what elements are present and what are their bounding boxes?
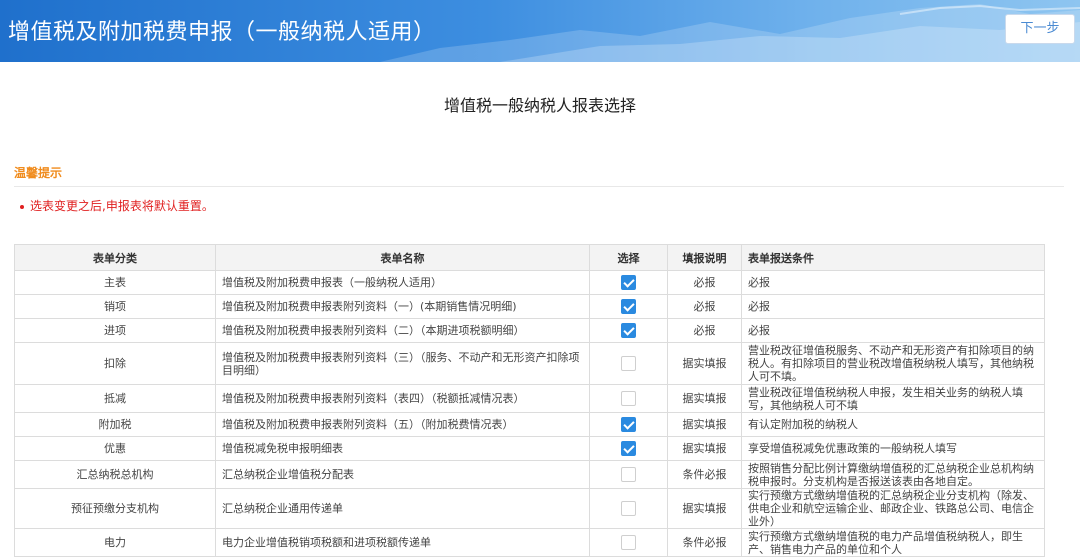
form-name: 增值税减免税申报明细表 — [215, 436, 590, 461]
header-banner: 增值税及附加税费申报（一般纳税人适用） 下一步 — [0, 0, 1080, 62]
column-header-category: 表单分类 — [14, 244, 216, 271]
form-category: 主表 — [14, 270, 216, 295]
submit-condition: 有认定附加税的纳税人 — [741, 412, 1045, 437]
fill-note: 据实填报 — [667, 342, 742, 385]
form-select-cell — [589, 342, 668, 385]
form-category: 汇总纳税总机构 — [14, 460, 216, 489]
form-category: 电力 — [14, 528, 216, 557]
fill-note: 据实填报 — [667, 436, 742, 461]
form-select-cell — [589, 460, 668, 489]
form-category: 销项 — [14, 294, 216, 319]
checkbox-unchecked[interactable] — [621, 467, 636, 482]
table-row: 主表 增值税及附加税费申报表（一般纳税人适用） 必报 必报 — [14, 270, 1045, 295]
form-select-cell — [589, 488, 668, 529]
table-row: 扣除 增值税及附加税费申报表附列资料（三）（服务、不动产和无形资产扣除项目明细） 据… — [14, 342, 1045, 385]
table-row: 附加税 增值税及附加税费申报表附列资料（五）（附加税费情况表） 据实填报 有认定附加税… — [14, 412, 1045, 437]
tip-message: 选表变更之后,申报表将默认重置。 — [20, 197, 214, 214]
page-header-title: 增值税及附加税费申报（一般纳税人适用） — [8, 20, 436, 45]
form-category: 附加税 — [14, 412, 216, 437]
submit-condition: 营业税改征增值税服务、不动产和无形资产有扣除项目的纳税人。有扣除项目的营业税改增… — [741, 342, 1045, 385]
form-category: 优惠 — [14, 436, 216, 461]
form-name: 增值税及附加税费申报表（一般纳税人适用） — [215, 270, 590, 295]
submit-condition: 营业税改征增值税纳税人申报，发生相关业务的纳税人填写，其他纳税人可不填 — [741, 384, 1045, 413]
form-select-cell — [589, 318, 668, 343]
checkbox-checked[interactable] — [621, 275, 636, 290]
submit-condition: 享受增值税减免优惠政策的一般纳税人填写 — [741, 436, 1045, 461]
submit-condition: 实行预缴方式缴纳增值税的电力产品增值税纳税人，即生产、销售电力产品的单位和个人 — [741, 528, 1045, 557]
form-name: 汇总纳税企业增值税分配表 — [215, 460, 590, 489]
form-category: 进项 — [14, 318, 216, 343]
checkbox-checked[interactable] — [621, 299, 636, 314]
table-header-row: 表单分类 表单名称 选择 填报说明 表单报送条件 — [14, 244, 1045, 271]
fill-note: 必报 — [667, 270, 742, 295]
fill-note: 据实填报 — [667, 488, 742, 529]
table-row: 预征预缴分支机构 汇总纳税企业通用传递单 据实填报 实行预缴方式缴纳增值税的汇总纳税企… — [14, 488, 1045, 529]
fill-note: 据实填报 — [667, 412, 742, 437]
tip-heading: 温馨提示 — [14, 166, 63, 180]
next-step-button[interactable]: 下一步 — [1005, 14, 1075, 44]
checkbox-checked[interactable] — [621, 323, 636, 338]
table-row: 进项 增值税及附加税费申报表附列资料（二）（本期进项税额明细） 必报 必报 — [14, 318, 1045, 343]
fill-note: 必报 — [667, 294, 742, 319]
form-category: 抵减 — [14, 384, 216, 413]
checkbox-unchecked[interactable] — [621, 501, 636, 516]
fill-note: 据实填报 — [667, 384, 742, 413]
tip-message-text: 选表变更之后,申报表将默认重置。 — [30, 199, 214, 213]
column-header-condition: 表单报送条件 — [741, 244, 1045, 271]
mountain-wall-decoration — [380, 4, 1080, 62]
checkbox-checked[interactable] — [621, 441, 636, 456]
form-selection-table: 表单分类 表单名称 选择 填报说明 表单报送条件 主表 增值税及附加税费申报表（一… — [14, 244, 1045, 557]
fill-note: 条件必报 — [667, 528, 742, 557]
form-select-cell — [589, 412, 668, 437]
form-select-cell — [589, 528, 668, 557]
checkbox-unchecked[interactable] — [621, 535, 636, 550]
fill-note: 条件必报 — [667, 460, 742, 489]
checkbox-unchecked[interactable] — [621, 356, 636, 371]
table-row: 优惠 增值税减免税申报明细表 据实填报 享受增值税减免优惠政策的一般纳税人填写 — [14, 436, 1045, 461]
form-select-cell — [589, 270, 668, 295]
submit-condition: 按照销售分配比例计算缴纳增值税的汇总纳税企业总机构纳税申报时。分支机构是否报送该… — [741, 460, 1045, 489]
form-select-cell — [589, 384, 668, 413]
form-name: 增值税及附加税费申报表附列资料（二）（本期进项税额明细） — [215, 318, 590, 343]
checkbox-checked[interactable] — [621, 417, 636, 432]
submit-condition: 必报 — [741, 270, 1045, 295]
form-name: 增值税及附加税费申报表附列资料（表四）（税额抵减情况表） — [215, 384, 590, 413]
submit-condition: 实行预缴方式缴纳增值税的汇总纳税企业分支机构（除发、供电企业和航空运输企业、邮政… — [741, 488, 1045, 529]
form-select-cell — [589, 436, 668, 461]
submit-condition: 必报 — [741, 318, 1045, 343]
table-row: 汇总纳税总机构 汇总纳税企业增值税分配表 条件必报 按照销售分配比例计算缴纳增值税的汇… — [14, 460, 1045, 489]
form-name: 增值税及附加税费申报表附列资料（三）（服务、不动产和无形资产扣除项目明细） — [215, 342, 590, 385]
table-body: 主表 增值税及附加税费申报表（一般纳税人适用） 必报 必报 销项 增值税及附加税费申报表附… — [14, 270, 1045, 557]
form-name: 增值税及附加税费申报表附列资料（五）（附加税费情况表） — [215, 412, 590, 437]
form-name: 增值税及附加税费申报表附列资料（一）(本期销售情况明细) — [215, 294, 590, 319]
bullet-icon — [20, 204, 24, 209]
column-header-note: 填报说明 — [667, 244, 742, 271]
table-row: 电力 电力企业增值税销项税额和进项税额传递单 条件必报 实行预缴方式缴纳增值税的电力产… — [14, 528, 1045, 557]
table-row: 抵减 增值税及附加税费申报表附列资料（表四）（税额抵减情况表） 据实填报 营业税改征增… — [14, 384, 1045, 413]
checkbox-unchecked[interactable] — [621, 391, 636, 406]
form-category: 预征预缴分支机构 — [14, 488, 216, 529]
form-selection-title: 增值税一般纳税人报表选择 — [443, 96, 636, 115]
column-header-select: 选择 — [589, 244, 668, 271]
form-name: 汇总纳税企业通用传递单 — [215, 488, 590, 529]
form-name: 电力企业增值税销项税额和进项税额传递单 — [215, 528, 590, 557]
submit-condition: 必报 — [741, 294, 1045, 319]
tip-divider — [14, 186, 1064, 187]
form-category: 扣除 — [14, 342, 216, 385]
table-row: 销项 增值税及附加税费申报表附列资料（一）(本期销售情况明细) 必报 必报 — [14, 294, 1045, 319]
fill-note: 必报 — [667, 318, 742, 343]
form-select-cell — [589, 294, 668, 319]
column-header-name: 表单名称 — [215, 244, 590, 271]
